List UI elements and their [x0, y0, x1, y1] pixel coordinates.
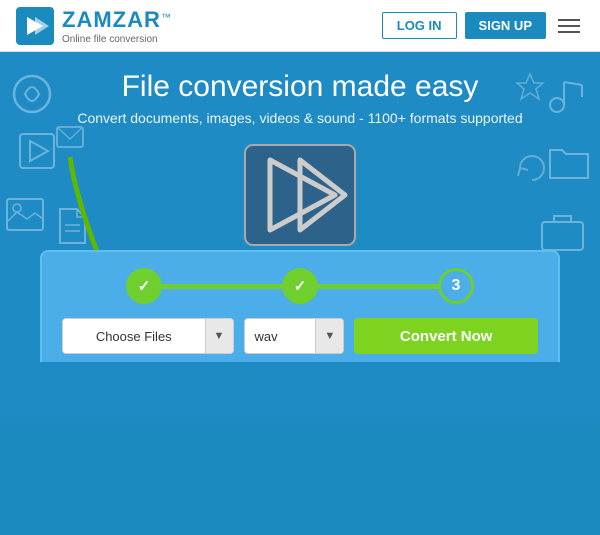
login-button[interactable]: LOG IN — [382, 12, 457, 39]
hero-section: File conversion made easy Convert docume… — [0, 52, 600, 362]
zamzar-logo-svg — [21, 12, 49, 40]
convert-now-button[interactable]: Convert Now — [354, 318, 538, 354]
format-value: wav — [245, 319, 316, 353]
menu-hamburger[interactable] — [554, 15, 584, 37]
header: ZAMZAR™ Online file conversion LOG IN SI… — [0, 0, 600, 52]
choose-files-wrapper: Choose Files ▼ — [62, 318, 234, 354]
choose-files-dropdown[interactable]: ▼ — [205, 319, 233, 353]
logo-tagline: Online file conversion — [62, 34, 171, 45]
hero-subtitle: Convert documents, images, videos & soun… — [20, 110, 580, 126]
bottom-section — [0, 362, 600, 422]
sketch-icon-image — [5, 197, 45, 232]
logo-name: ZAMZAR™ — [62, 7, 171, 33]
step-line-1 — [162, 284, 282, 289]
logo-text-area: ZAMZAR™ Online file conversion — [62, 7, 171, 45]
converter-box: ✓ ✓ 3 Choose Files ▼ wav — [40, 250, 560, 362]
center-play-icon — [240, 140, 360, 250]
format-wrapper: wav ▼ — [244, 318, 345, 354]
hamburger-line-1 — [558, 19, 580, 21]
sketch-icon-document — [55, 207, 90, 245]
logo-area: ZAMZAR™ Online file conversion — [16, 7, 171, 45]
step-3-circle: 3 — [438, 268, 474, 304]
steps-row: ✓ ✓ 3 — [62, 268, 538, 304]
sketch-icon-refresh — [516, 152, 548, 184]
signup-button[interactable]: SIGN UP — [465, 12, 546, 39]
sketch-icon-play — [18, 132, 56, 170]
choose-files-button[interactable]: Choose Files — [63, 319, 205, 353]
sketch-icon-briefcase — [540, 212, 585, 252]
hamburger-line-3 — [558, 31, 580, 33]
sketch-icon-email — [55, 122, 85, 152]
hero-title: File conversion made easy — [20, 70, 580, 104]
format-dropdown[interactable]: ▼ — [315, 319, 343, 353]
step-line-2 — [318, 284, 438, 289]
sketch-icon-folder — [548, 142, 590, 180]
step-2-circle: ✓ — [282, 268, 318, 304]
logo-icon — [16, 7, 54, 45]
center-play-svg — [240, 140, 360, 250]
controls-row: Choose Files ▼ wav ▼ Convert Now — [62, 318, 538, 354]
hamburger-line-2 — [558, 25, 580, 27]
step-1-circle: ✓ — [126, 268, 162, 304]
header-right: LOG IN SIGN UP — [382, 12, 584, 39]
